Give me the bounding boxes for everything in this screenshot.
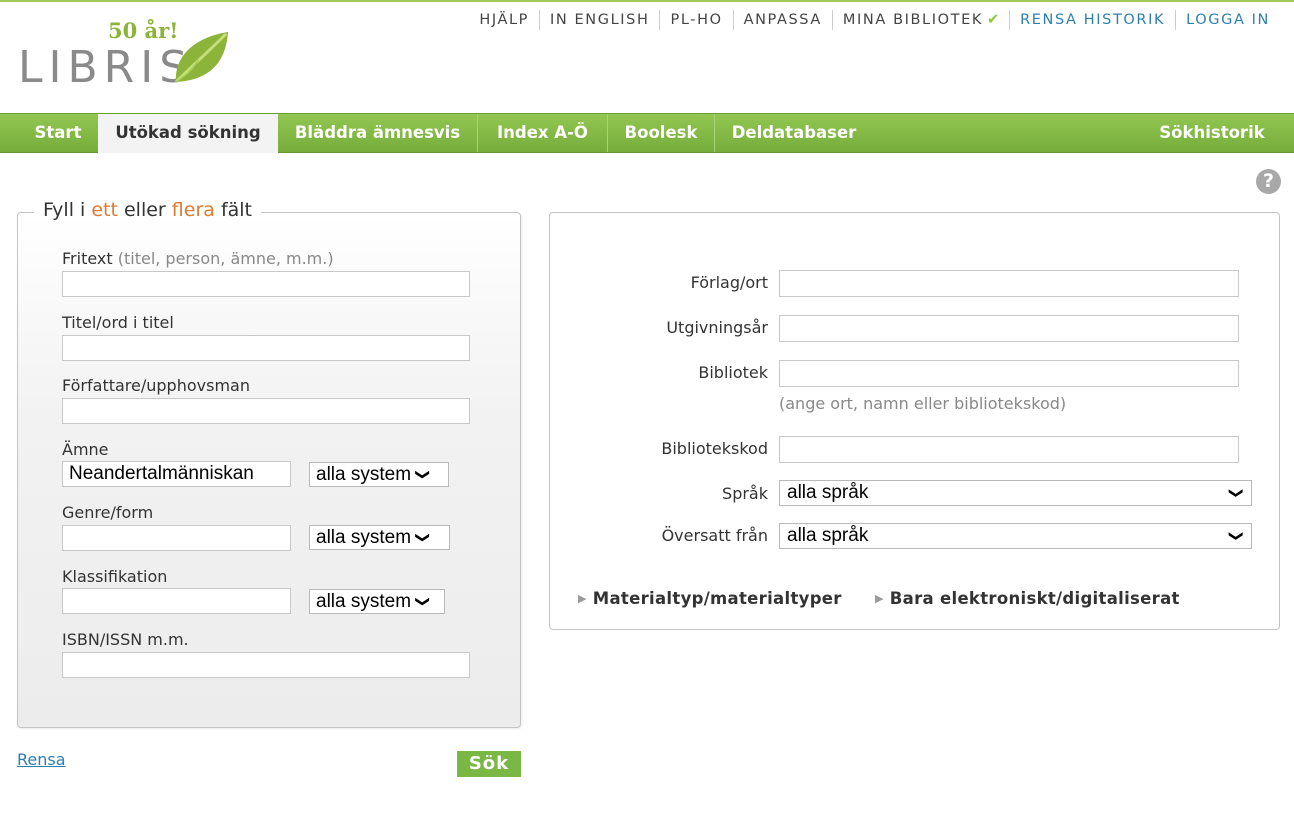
tab-deldatabaser[interactable]: Deldatabaser [715, 114, 873, 152]
check-icon: ✔ [986, 12, 1000, 28]
bibliotek-label: Bibliotek [698, 363, 768, 382]
utgivningsar-label: Utgivningsår [666, 318, 768, 337]
logo-anniversary: 50 år! [108, 18, 179, 43]
legend-part-3: fält [214, 199, 253, 221]
bibliotekskod-label: Bibliotekskod [661, 439, 768, 458]
legend-part-1: Fyll i [43, 199, 92, 221]
tab-boolesk[interactable]: Boolesk [608, 114, 715, 152]
amne-input[interactable] [62, 461, 291, 487]
forlag-input[interactable] [779, 270, 1239, 297]
chevron-down-icon: ❯ [415, 531, 432, 544]
tab-bladdra-amnesvis[interactable]: Bläddra ämnesvis [278, 114, 478, 152]
link-mina-bibliotek-label: MINA BIBLIOTEK [842, 12, 983, 28]
bibliotek-input[interactable] [779, 360, 1239, 387]
link-logga-in[interactable]: LOGGA IN [1175, 10, 1280, 30]
leaf-icon [174, 32, 228, 84]
panel-legend: Fyll i ett eller flera fält [34, 199, 262, 221]
link-rensa-historik[interactable]: RENSA HISTORIK [1009, 10, 1175, 30]
top-accent-line [0, 0, 1294, 2]
libris-logo[interactable]: 50 år! LIBRIS [18, 18, 233, 90]
chevron-down-icon: ❯ [1229, 487, 1246, 499]
tab-start[interactable]: Start [18, 114, 98, 152]
chevron-down-icon: ❯ [415, 595, 432, 608]
link-mina-bibliotek[interactable]: MINA BIBLIOTEK ✔ [831, 10, 1009, 30]
tab-sokhistorik[interactable]: Sökhistorik [1140, 114, 1284, 152]
link-anpassa[interactable]: ANPASSA [732, 10, 832, 30]
main-nav: Start Utökad sökning Bläddra ämnesvis In… [0, 113, 1294, 153]
elektroniskt-label: Bara elektroniskt/digitaliserat [889, 589, 1180, 608]
link-hjalp[interactable]: HJÄLP [469, 10, 539, 30]
triangle-right-icon: ▶ [875, 592, 884, 605]
klass-input[interactable] [62, 588, 291, 614]
titel-input[interactable] [62, 335, 470, 361]
tab-utokad-sokning[interactable]: Utökad sökning [98, 114, 278, 153]
sprak-label: Språk [722, 484, 768, 503]
bibliotek-hint: (ange ort, namn eller bibliotekskod) [779, 394, 1067, 413]
oversatt-label: Översatt från [661, 526, 768, 545]
genre-system-select[interactable]: alla system ❯ [309, 525, 450, 550]
legend-ett: ett [91, 199, 118, 221]
forfattare-label: Författare/upphovsman [62, 376, 250, 395]
fritext-input[interactable] [62, 271, 470, 297]
bibliotekskod-input[interactable] [779, 436, 1239, 463]
sok-button[interactable]: Sök [457, 751, 521, 777]
genre-label: Genre/form [62, 503, 154, 522]
chevron-down-icon: ❯ [1229, 530, 1246, 542]
logo-wordmark: LIBRIS [18, 42, 194, 93]
amne-system-select[interactable]: alla system ❯ [309, 462, 449, 487]
sprak-select[interactable]: alla språk ❯ [779, 480, 1252, 506]
materialtyp-label: Materialtyp/materialtyper [592, 589, 842, 608]
materialtyp-expander[interactable]: ▶ Materialtyp/materialtyper [578, 589, 842, 608]
chevron-down-icon: ❯ [415, 468, 432, 481]
rensa-link[interactable]: Rensa [17, 750, 66, 769]
klass-system-select[interactable]: alla system ❯ [309, 589, 445, 614]
triangle-right-icon: ▶ [578, 592, 587, 605]
genre-input[interactable] [62, 525, 291, 551]
help-icon[interactable]: ? [1256, 169, 1281, 194]
isbn-label: ISBN/ISSN m.m. [62, 630, 189, 649]
link-in-english[interactable]: IN ENGLISH [539, 10, 659, 30]
oversatt-value: alla språk [787, 525, 869, 546]
legend-part-2: eller [117, 199, 172, 221]
fritext-hint: (titel, person, ämne, m.m.) [117, 249, 334, 268]
klass-system-value: alla system [316, 591, 412, 612]
utgivningsar-input[interactable] [779, 315, 1239, 342]
link-pl-ho[interactable]: PL-HO [659, 10, 732, 30]
tab-index[interactable]: Index A-Ö [478, 114, 608, 152]
amne-system-value: alla system [316, 464, 412, 485]
amne-label: Ämne [62, 440, 109, 459]
fritext-label: Fritext (titel, person, ämne, m.m.) [62, 249, 334, 268]
top-links: HJÄLP IN ENGLISH PL-HO ANPASSA MINA BIBL… [469, 10, 1280, 30]
legend-flera: flera [171, 199, 215, 221]
oversatt-select[interactable]: alla språk ❯ [779, 523, 1252, 549]
genre-system-value: alla system [316, 527, 412, 548]
sprak-value: alla språk [787, 482, 869, 503]
fritext-label-text: Fritext [62, 249, 113, 268]
elektroniskt-expander[interactable]: ▶ Bara elektroniskt/digitaliserat [875, 589, 1180, 608]
forlag-label: Förlag/ort [690, 273, 768, 292]
klass-label: Klassifikation [62, 567, 168, 586]
isbn-input[interactable] [62, 652, 470, 678]
forfattare-input[interactable] [62, 398, 470, 424]
titel-label: Titel/ord i titel [62, 313, 174, 332]
